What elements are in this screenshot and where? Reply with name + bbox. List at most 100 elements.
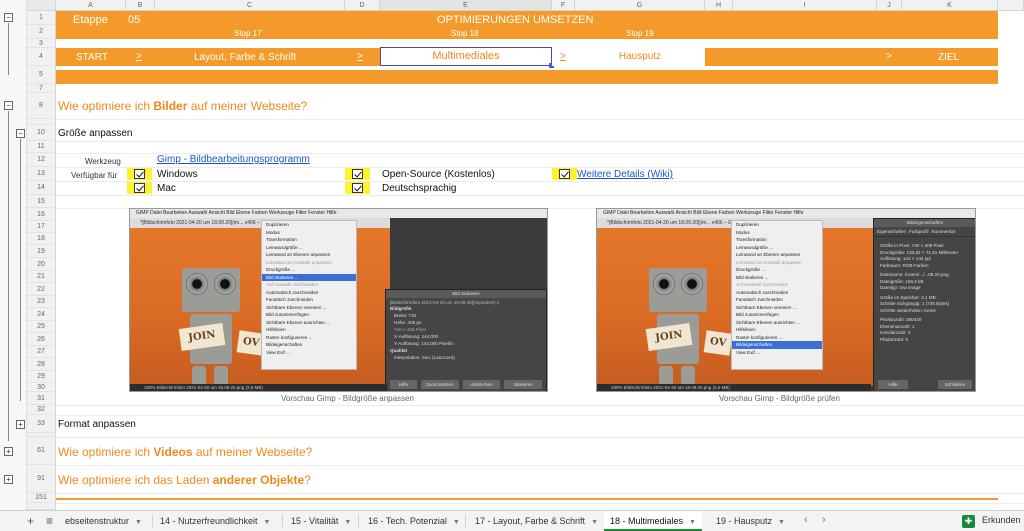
row-header[interactable]: 15 (27, 195, 56, 208)
menu-item[interactable]: Leinwand an Auswahl anpassen (732, 259, 822, 267)
checkbox-mac[interactable] (127, 182, 152, 194)
scale-button[interactable]: Skalieren (504, 380, 542, 389)
row-header[interactable]: 26 (27, 333, 56, 346)
row-header[interactable]: 12 (27, 153, 56, 167)
nav-arrow[interactable]: > (357, 51, 363, 62)
cancel-button[interactable]: Abbrechen (462, 380, 501, 389)
row-header[interactable]: 13 (27, 167, 56, 181)
column-header-a[interactable]: A (56, 0, 126, 11)
checkbox-details[interactable] (552, 168, 577, 180)
chevron-down-icon[interactable]: ▼ (689, 513, 696, 531)
menu-item[interactable]: Leinwand an Auswahl anpassen (262, 259, 356, 267)
column-header-c[interactable]: C (155, 0, 345, 11)
row-header[interactable]: 16 (27, 208, 56, 221)
add-sheet-button[interactable]: + (27, 514, 34, 528)
explore-icon[interactable]: ✚ (962, 515, 975, 528)
reset-button[interactable]: Zurücksetzen (420, 380, 459, 389)
wiki-details-link[interactable]: Weitere Details (Wiki) (577, 169, 673, 180)
close-button[interactable]: Schließen (938, 380, 972, 389)
collapse-group-button[interactable]: − (4, 13, 13, 22)
row-header[interactable]: 20 (27, 258, 56, 271)
tab-webseitenstruktur[interactable]: ebseitenstruktur ▼ (59, 511, 148, 531)
row-header[interactable]: 17 (27, 221, 56, 233)
row-header[interactable]: 7 (27, 84, 56, 93)
row-header[interactable] (27, 503, 56, 510)
row-header[interactable]: 4 (27, 48, 56, 66)
row-header[interactable]: 3 (27, 39, 56, 48)
selected-cell-multimediales[interactable]: Multimediales (380, 47, 554, 68)
gimp-link[interactable]: Gimp - Bildbearbeitungsprogramm (157, 154, 310, 165)
menu-item[interactable]: Automatisch zuschneiden (732, 289, 822, 297)
row-header[interactable]: 23 (27, 296, 56, 308)
menu-item[interactable]: Auf Auswahl zuschneiden (262, 281, 356, 289)
row-header[interactable]: 2 (27, 25, 56, 39)
panel-tab[interactable]: Kommentar (932, 229, 956, 234)
menu-item[interactable]: Hilfslinien (262, 326, 356, 334)
menu-item[interactable]: Bildeigenschaften (262, 341, 356, 349)
row-header[interactable]: 21 (27, 271, 56, 283)
row-header[interactable]: 24 (27, 308, 56, 321)
explore-button-label[interactable]: Erkunden (982, 515, 1021, 525)
menu-item[interactable]: Hilfslinien (732, 326, 822, 334)
nav-arrow[interactable]: > (886, 51, 892, 62)
column-header-k[interactable]: K (902, 0, 998, 11)
row-header[interactable]: 31 (27, 392, 56, 405)
tab-nutzerfreundlichkeit[interactable]: 14 - Nutzerfreundlichkeit ▼ (154, 511, 276, 531)
tab-hausputz[interactable]: 19 - Hausputz ▼ (710, 511, 791, 531)
nav-start[interactable]: START (76, 52, 108, 63)
all-sheets-button[interactable]: ≡ (46, 514, 53, 528)
nav-hausputz[interactable]: Hausputz (575, 51, 705, 62)
panel-tab[interactable]: Eigenschaften (877, 229, 906, 234)
row-header[interactable]: 61 (27, 437, 56, 465)
tab-tech-potenzial[interactable]: 16 - Tech. Potenzial ▼ (362, 511, 466, 531)
row-header[interactable]: 25 (27, 321, 56, 333)
column-header-j[interactable]: J (877, 0, 902, 11)
menu-item[interactable]: Modus (732, 229, 822, 237)
row-header[interactable]: 8 (27, 93, 56, 119)
menu-item[interactable]: Sichtbare Ebenen vereinen ... (732, 304, 822, 312)
collapse-group-button[interactable]: − (16, 129, 25, 138)
column-header-f[interactable]: F (552, 0, 575, 11)
column-header-g[interactable]: G (575, 0, 705, 11)
menu-item[interactable]: Transformation (262, 236, 356, 244)
tab-vitalitaet[interactable]: 15 - Vitalität ▼ (285, 511, 357, 531)
row-header[interactable]: 14 (27, 181, 56, 195)
menu-item[interactable]: View Exif ... (732, 349, 822, 357)
menu-item[interactable]: Sichtbare Ebenen ausrichten ... (732, 319, 822, 327)
menu-item-selected[interactable]: Bild skalieren ... (262, 273, 356, 281)
column-header-h[interactable]: H (705, 0, 733, 11)
nav-arrow[interactable]: > (560, 51, 566, 62)
column-header-b[interactable]: B (126, 0, 155, 11)
checkbox-open-source[interactable] (345, 168, 370, 180)
expand-group-button[interactable]: + (16, 420, 25, 429)
row-header[interactable]: 10 (27, 125, 56, 141)
menu-item[interactable]: Bild skalieren ... (732, 274, 822, 282)
chevron-down-icon[interactable]: ▼ (135, 513, 142, 531)
menu-item[interactable]: Raster konfigurieren ... (732, 334, 822, 342)
checkbox-deutschsprachig[interactable] (345, 182, 370, 194)
row-header[interactable]: 32 (27, 405, 56, 415)
menu-item[interactable]: Transformation (732, 236, 822, 244)
menu-item[interactable]: Leinwand an Ebenen anpassen (262, 251, 356, 259)
menu-item[interactable]: Bild zusammenfügen (732, 311, 822, 319)
scroll-tabs-right-button[interactable]: › (822, 514, 826, 526)
expand-group-button[interactable]: + (4, 475, 13, 484)
menu-item[interactable]: Leinwandgröße ... (732, 244, 822, 252)
panel-tab[interactable]: Farbprofil (909, 229, 928, 234)
select-all-corner[interactable] (27, 0, 56, 11)
nav-arrow[interactable]: > (136, 51, 142, 62)
menu-item-selected[interactable]: Bildeigenschaften (732, 341, 822, 349)
row-header[interactable]: 11 (27, 141, 56, 153)
row-header[interactable]: 5 (27, 66, 56, 84)
chevron-down-icon[interactable]: ▼ (778, 513, 785, 531)
menu-item[interactable]: Druckgröße ... (732, 266, 822, 274)
menu-item[interactable]: Leinwand an Ebenen anpassen (732, 251, 822, 259)
column-header-i[interactable]: I (733, 0, 877, 11)
menu-item[interactable]: Fanatisch zuschneiden (262, 296, 356, 304)
menu-item[interactable]: Sichtbare Ebenen vereinen ... (262, 304, 356, 312)
help-button[interactable]: Hilfe (878, 380, 908, 389)
menu-item[interactable]: Modus (262, 229, 356, 237)
chevron-down-icon[interactable]: ▼ (344, 513, 351, 531)
tab-layout-farbe-schrift[interactable]: 17 - Layout, Farbe & Schrift ▼ (469, 511, 604, 531)
tab-multimediales[interactable]: 18 - Multimediales ▼ (604, 511, 702, 531)
